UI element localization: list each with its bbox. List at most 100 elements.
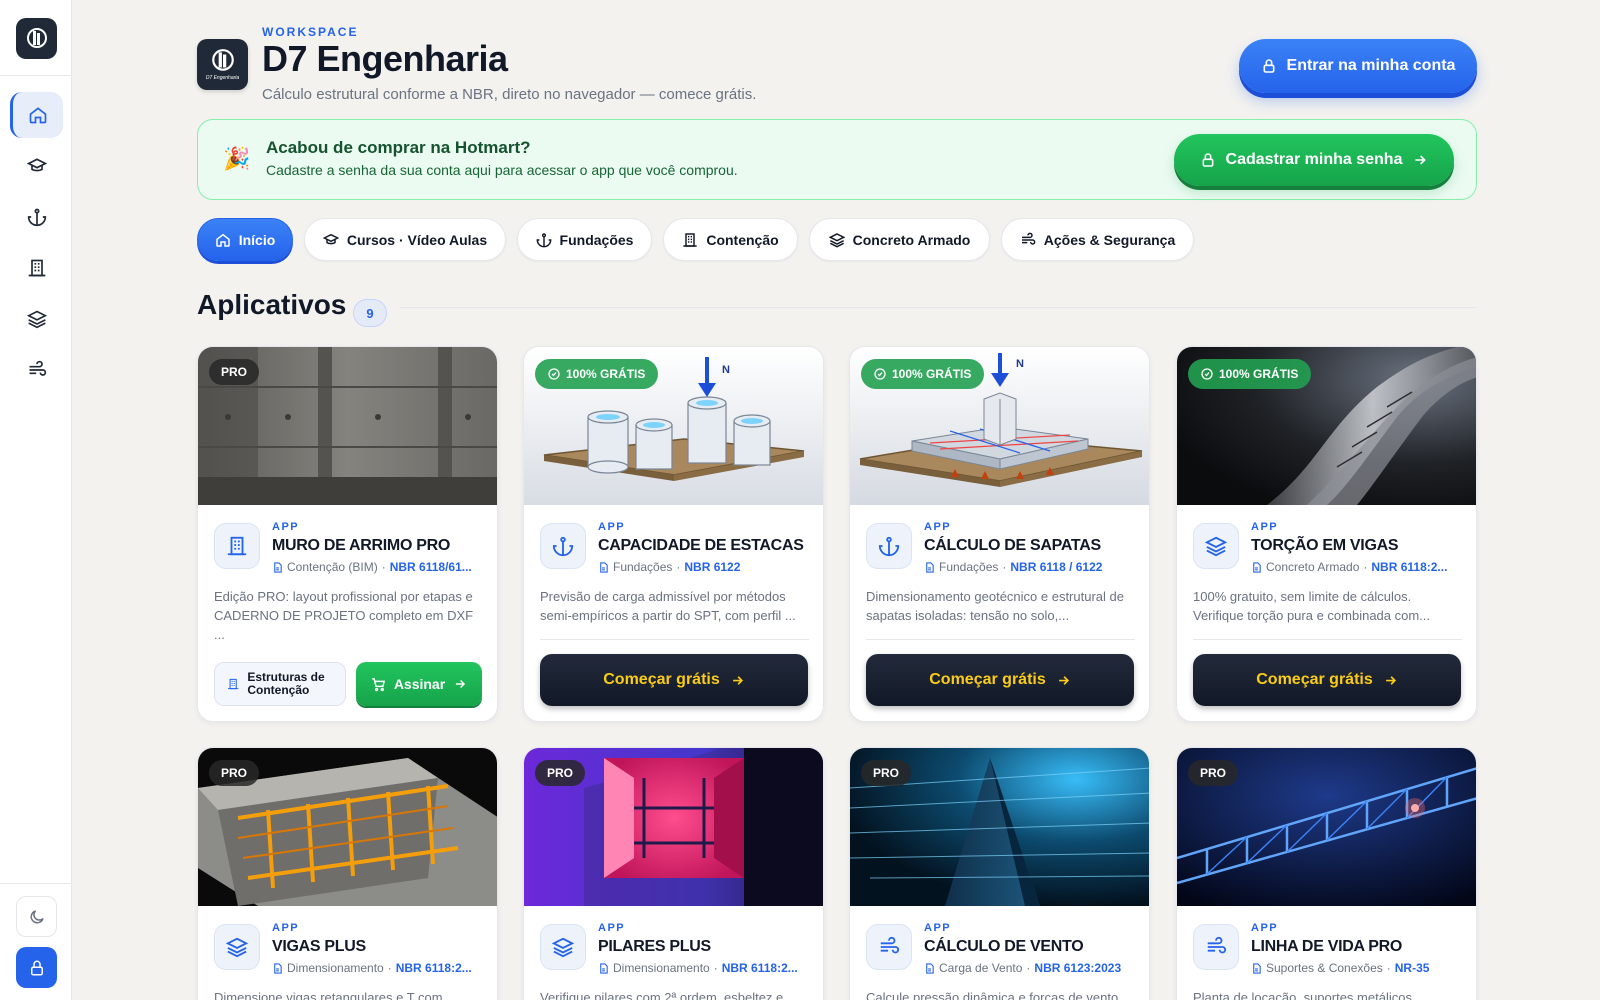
app-norm: NBR 6118/61... <box>389 560 472 574</box>
document-icon <box>926 561 934 573</box>
subscribe-label: Assinar <box>393 676 446 692</box>
tab-contencao[interactable]: Contenção <box>663 218 798 261</box>
app-category: Dimensionamento <box>613 961 710 975</box>
tab-label: Fundações <box>559 231 634 248</box>
check-circle-icon <box>874 368 886 380</box>
sidebar-item-home[interactable] <box>10 92 63 138</box>
document-icon <box>600 561 608 573</box>
app-card-calculo-vento[interactable]: PRO APP CÁLCULO DE VENTO Carga de Vento ·… <box>849 747 1150 1000</box>
tab-concreto-armado[interactable]: Concreto Armado <box>809 218 990 261</box>
app-description: Calcule pressão dinâmica e forças de ven… <box>866 990 1119 1000</box>
pro-badge: PRO <box>861 760 912 786</box>
pro-badge: PRO <box>209 760 260 786</box>
app-tag: APP <box>598 521 626 533</box>
page-title: D7 Engenharia <box>262 38 508 79</box>
lock-icon <box>1202 153 1213 167</box>
app-icon <box>866 523 912 569</box>
app-description: Verifique pilares com 2ª ordem, esbeltez… <box>540 990 784 1000</box>
register-password-button[interactable]: Cadastrar minha senha <box>1174 134 1454 186</box>
load-label: N <box>722 364 730 376</box>
sidebar-item-actions[interactable] <box>10 347 63 393</box>
arrow-right-icon <box>1415 155 1427 165</box>
sidebar <box>0 0 72 1000</box>
app-name: CAPACIDADE DE ESTACAS <box>598 537 804 554</box>
document-icon <box>926 962 934 974</box>
category-button[interactable]: Estruturas de Contenção <box>214 662 346 706</box>
tab-acoes-seguranca[interactable]: Ações & Segurança <box>1001 218 1194 261</box>
free-badge-label: 100% GRÁTIS <box>892 367 972 381</box>
card-image: 100% GRÁTIS <box>1177 347 1476 505</box>
sidebar-item-concrete[interactable] <box>10 296 63 342</box>
sidebar-login-button[interactable] <box>16 947 57 988</box>
tab-label: Concreto Armado <box>852 231 971 248</box>
document-icon <box>274 962 282 974</box>
sidebar-item-retaining[interactable] <box>10 245 63 291</box>
sidebar-item-courses[interactable] <box>10 143 63 189</box>
workspace-logo: D7 Engenharia <box>197 39 248 90</box>
app-card-capacidade-estacas[interactable]: N 100% GRÁTIS APP CAPACIDADE DE ESTACAS … <box>523 346 824 722</box>
app-tag: APP <box>272 521 300 533</box>
subscribe-button[interactable]: Assinar <box>356 662 482 706</box>
app-name: LINHA DE VIDA PRO <box>1251 938 1403 955</box>
arrow-right-icon <box>1058 675 1069 685</box>
app-logo[interactable] <box>16 18 57 59</box>
layers-icon <box>226 937 248 958</box>
tab-cursos[interactable]: Cursos · Vídeo Aulas <box>304 218 506 261</box>
start-free-label: Começar grátis <box>929 671 1046 688</box>
home-icon <box>215 233 230 247</box>
app-card-linha-de-vida[interactable]: PRO APP LINHA DE VIDA PRO Suportes & Con… <box>1176 747 1477 1000</box>
card-divider <box>1193 639 1462 640</box>
app-norm: NBR 6122 <box>684 560 741 574</box>
app-icon <box>1193 523 1239 569</box>
start-free-button[interactable]: Começar grátis <box>866 654 1134 706</box>
graduation-cap-icon <box>26 158 47 172</box>
pro-badge: PRO <box>535 760 586 786</box>
building-icon <box>228 678 239 690</box>
wind-icon <box>880 936 900 954</box>
app-category: Contenção (BIM) <box>287 560 378 574</box>
app-icon <box>1193 924 1239 970</box>
app-card-vigas-plus[interactable]: PRO APP VIGAS PLUS Dimensionamento · NBR … <box>197 747 498 1000</box>
document-icon <box>274 561 282 573</box>
sidebar-divider-bottom <box>0 883 72 884</box>
tab-fundacoes[interactable]: Fundações <box>517 218 652 261</box>
home-icon <box>29 107 47 124</box>
app-norm: NBR 6118 / 6122 <box>1010 560 1103 574</box>
graduation-cap-icon <box>322 233 339 244</box>
hotmart-banner: 🎉 Acabou de comprar na Hotmart? Cadastre… <box>197 119 1477 200</box>
app-card-pilares-plus[interactable]: PRO APP PILARES PLUS Dimensionamento · NB… <box>523 747 824 1000</box>
app-card-calculo-sapatas[interactable]: N 100% GRÁTIS APP CÁLCULO DE SAPATAS Fun… <box>849 346 1150 722</box>
app-name: TORÇÃO EM VIGAS <box>1251 537 1399 554</box>
anchor-icon <box>552 536 574 557</box>
app-meta: Fundações · NBR 6118 / 6122 <box>924 560 1102 574</box>
app-description: Edição PRO: layout profissional por etap… <box>214 589 474 642</box>
anchor-icon <box>27 208 46 227</box>
start-free-button[interactable]: Começar grátis <box>540 654 808 706</box>
card-image: N 100% GRÁTIS <box>850 347 1149 505</box>
anchor-icon <box>536 232 551 247</box>
sidebar-item-foundations[interactable] <box>10 194 63 240</box>
app-tag: APP <box>272 922 300 934</box>
card-divider <box>540 639 809 640</box>
logo-icon <box>26 27 47 48</box>
app-card-torcao-vigas[interactable]: 100% GRÁTIS APP TORÇÃO EM VIGAS Concreto… <box>1176 346 1477 722</box>
banner-title: Acabou de comprar na Hotmart? <box>266 138 531 157</box>
app-description: Dimensionamento geotécnico e estrutural … <box>866 589 1124 623</box>
app-icon <box>866 924 912 970</box>
app-card-muro-de-arrimo[interactable]: PRO APP MURO DE ARRIMO PRO Contenção (BI… <box>197 346 498 722</box>
arrow-right-icon <box>456 680 466 688</box>
app-meta: Fundações · NBR 6122 <box>598 560 740 574</box>
tab-inicio[interactable]: Início <box>197 218 293 261</box>
arrow-right-icon <box>732 675 743 685</box>
workspace-logo-text: D7 Engenharia <box>205 75 240 81</box>
check-circle-icon <box>548 368 560 380</box>
category-button-label: Estruturas de Contenção <box>247 670 325 697</box>
tab-label: Início <box>238 231 276 248</box>
app-category: Concreto Armado <box>1266 560 1360 574</box>
theme-toggle-button[interactable] <box>16 896 57 937</box>
start-free-button[interactable]: Começar grátis <box>1193 654 1461 706</box>
lock-icon <box>30 960 43 975</box>
check-circle-icon <box>1201 368 1213 380</box>
login-button[interactable]: Entrar na minha conta <box>1239 39 1477 93</box>
start-free-label: Começar grátis <box>1256 671 1373 688</box>
